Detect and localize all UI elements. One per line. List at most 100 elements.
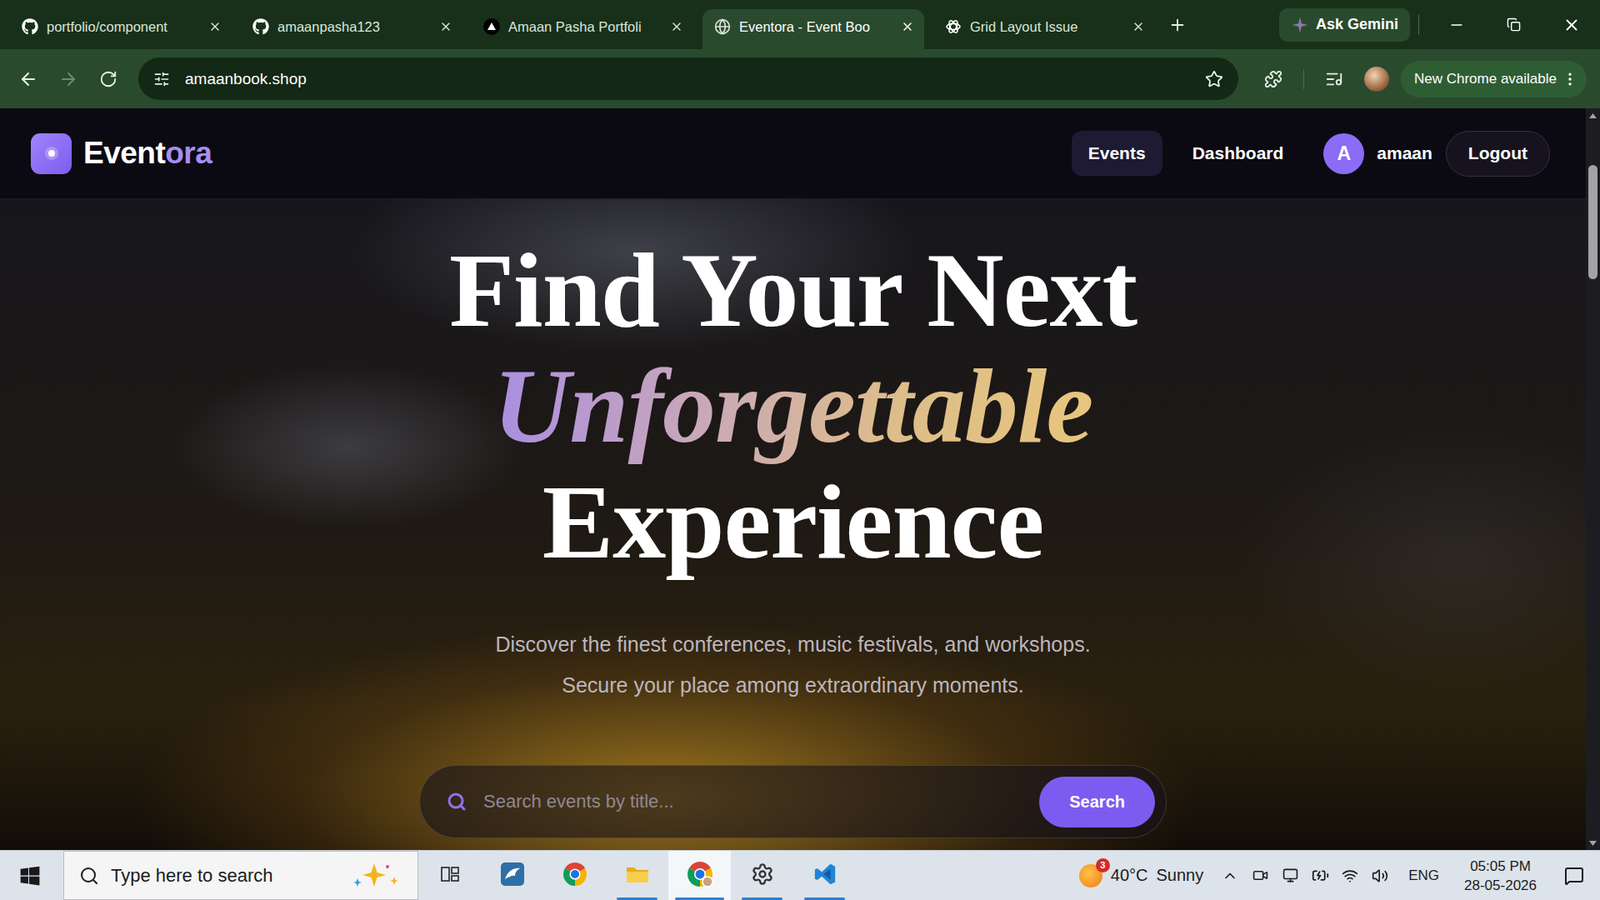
browser-tab[interactable]: portfolio/component (10, 9, 232, 50)
address-bar[interactable]: amaanbook.shop (138, 57, 1239, 100)
close-icon[interactable] (208, 20, 222, 34)
scroll-thumb[interactable] (1588, 165, 1598, 280)
title-line: Find Your Next (449, 232, 1137, 349)
taskbar-app[interactable] (605, 850, 669, 900)
app-icon-wrap (439, 850, 461, 898)
arrow-left-icon (18, 69, 39, 90)
tray-overflow-button[interactable] (1215, 859, 1245, 893)
close-icon[interactable] (439, 20, 453, 34)
close-icon (1562, 15, 1581, 35)
divider (1418, 15, 1420, 35)
scroll-up-button[interactable] (1585, 108, 1600, 123)
browser-tab[interactable]: Grid Layout Issue (933, 9, 1155, 50)
taskbar-app[interactable] (543, 850, 606, 900)
tab-list: portfolio/component amaanpasha123 Amaan Pa… (10, 0, 1155, 50)
taskbar-app[interactable] (668, 850, 731, 900)
back-button[interactable] (10, 60, 47, 98)
close-icon[interactable] (1131, 20, 1145, 34)
web-page: EventoraEventsDashboardAamaanLogoutFind … (0, 108, 1586, 850)
tray-camera[interactable] (1245, 859, 1275, 893)
chevron-up-icon (1221, 867, 1239, 885)
extensions-button[interactable] (1255, 60, 1292, 98)
taskbar-app[interactable] (480, 850, 544, 900)
database-app-icon (499, 860, 526, 888)
start-button[interactable] (0, 850, 60, 900)
reload-button[interactable] (90, 60, 127, 98)
hero: Find Your NextUnforgettableExperienceDis… (0, 199, 1586, 850)
app-icon-wrap (812, 850, 838, 898)
scrollbar (1585, 108, 1600, 850)
puzzle-icon (1264, 70, 1283, 89)
globe-icon (714, 18, 731, 35)
gemini-button[interactable]: Ask Gemini (1279, 8, 1410, 42)
new-tab-button[interactable] (1161, 9, 1194, 41)
star-icon[interactable] (1205, 70, 1224, 89)
nav-link[interactable]: Events (1071, 130, 1163, 176)
taskbar: Type here to search340°CSunnyENG05:05 PM… (0, 850, 1600, 900)
media-icon (1325, 70, 1344, 89)
system-tray: 340°CSunnyENG05:05 PM28-05-2026 (1067, 850, 1600, 900)
volume-icon (1371, 867, 1389, 885)
taskbar-app[interactable] (793, 850, 856, 900)
site-info-icon[interactable] (153, 70, 170, 88)
tab-strip: portfolio/component amaanpasha123 Amaan Pa… (0, 0, 1600, 50)
browser-tab[interactable]: Eventora - Event Boo (702, 9, 925, 50)
running-indicator (675, 897, 725, 900)
temperature: 40°C (1110, 865, 1149, 885)
brand[interactable]: Eventora (30, 133, 212, 175)
language-indicator[interactable]: ENG (1408, 867, 1440, 885)
browser-tab[interactable]: amaanpasha123 (240, 9, 463, 50)
sun-icon: 3 (1079, 864, 1103, 888)
tray-volume[interactable] (1365, 859, 1395, 893)
weather-condition: Sunny (1155, 865, 1204, 885)
chrome-icon (562, 861, 588, 887)
folder-icon (624, 860, 651, 888)
tray-display[interactable] (1275, 859, 1305, 893)
hero-title: Find Your NextUnforgettableExperience (449, 232, 1137, 580)
desktop: portfolio/component amaanpasha123 Amaan Pa… (0, 0, 1600, 900)
minimize-button[interactable] (1427, 0, 1485, 50)
gemini-label: Ask Gemini (1315, 15, 1399, 34)
restore-button[interactable] (1485, 0, 1543, 50)
search-button[interactable]: Search (1039, 776, 1155, 828)
search-input[interactable] (481, 790, 1025, 814)
update-label: New Chrome available (1414, 70, 1557, 88)
media-button[interactable] (1315, 60, 1353, 98)
tab-label: amaanpasha123 (277, 19, 431, 35)
weather-widget[interactable]: 3 40°C Sunny (1067, 864, 1215, 888)
notifications-button[interactable] (1548, 850, 1600, 900)
github-icon (21, 18, 39, 35)
weather-badge: 3 (1095, 858, 1110, 873)
forward-button[interactable] (50, 60, 87, 98)
tray-battery[interactable] (1305, 859, 1335, 893)
tray-wifi[interactable] (1335, 859, 1365, 893)
profile-avatar[interactable] (1364, 66, 1390, 92)
logout-button[interactable]: Logout (1445, 130, 1550, 177)
more-icon (1561, 70, 1579, 88)
divider (1303, 69, 1305, 90)
close-window-button[interactable] (1542, 0, 1600, 50)
nav-link[interactable]: Dashboard (1175, 130, 1301, 176)
running-indicator (616, 897, 659, 900)
windows-icon (19, 865, 41, 887)
user-avatar[interactable]: A (1323, 133, 1365, 175)
scroll-down-button[interactable] (1585, 835, 1600, 850)
close-icon[interactable] (670, 20, 684, 34)
clock[interactable]: 05:05 PM28-05-2026 (1452, 856, 1549, 895)
logo-accent: ora (165, 135, 212, 170)
search-icon (446, 791, 467, 812)
browser-tab[interactable]: Amaan Pasha Portfoli (471, 9, 694, 50)
tab-label: Grid Layout Issue (970, 19, 1124, 35)
sparkle-icon (345, 861, 408, 890)
scroll-down-icon[interactable] (1589, 840, 1597, 846)
viewport: EventoraEventsDashboardAamaanLogoutFind … (0, 108, 1600, 850)
subtitle-line: Secure your place among extraordinary mo… (495, 665, 1090, 706)
taskbar-app[interactable] (418, 850, 481, 900)
logo-mark (30, 133, 72, 175)
taskbar-search[interactable]: Type here to search (63, 850, 419, 900)
taskbar-app[interactable] (730, 850, 794, 900)
update-button[interactable]: New Chrome available (1400, 60, 1587, 98)
notification-icon (1564, 865, 1585, 886)
scroll-up-icon[interactable] (1589, 113, 1597, 119)
close-icon[interactable] (900, 20, 915, 34)
